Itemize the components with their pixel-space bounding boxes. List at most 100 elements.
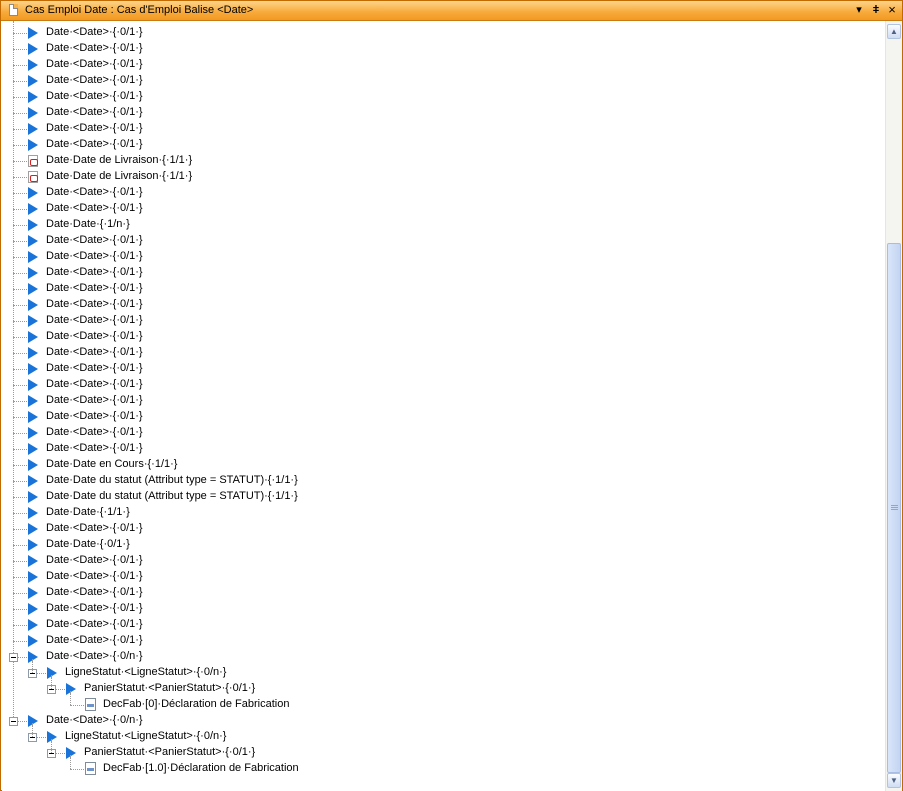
- tree-item[interactable]: LigneStatut·<LigneStatut>·{·0/n·}: [2, 659, 882, 681]
- tree-item[interactable]: Date·<Date>·{·0/1·}: [2, 201, 882, 217]
- tree-item-label: Date·<Date>·{·0/1·}: [46, 266, 143, 278]
- element-triangle-icon: [28, 139, 38, 151]
- tree-item-label: Date·<Date>·{·0/1·}: [46, 554, 143, 566]
- tree-item[interactable]: Date·<Date>·{·0/1·}: [2, 281, 882, 297]
- tree-item-label: Date·<Date>·{·0/1·}: [46, 362, 143, 374]
- tree-item-label: Date·<Date>·{·0/1·}: [46, 442, 143, 454]
- tree-item[interactable]: PanierStatut·<PanierStatut>·{·0/1·}: [2, 739, 882, 761]
- tree-item[interactable]: Date·<Date>·{·0/1·}: [2, 345, 882, 361]
- scroll-thumb[interactable]: [887, 243, 901, 773]
- tree-item-label: Date·<Date>·{·0/1·}: [46, 90, 143, 102]
- element-triangle-icon: [28, 427, 38, 439]
- element-triangle-icon: [28, 651, 38, 663]
- tree-item[interactable]: Date·<Date>·{·0/1·}: [2, 601, 882, 617]
- tree-item-label: Date·<Date>·{·0/1·}: [46, 602, 143, 614]
- scroll-up-button[interactable]: ▲: [887, 24, 901, 39]
- tree-item[interactable]: Date·Date en Cours·{·1/1·}: [2, 457, 882, 473]
- element-triangle-icon: [28, 235, 38, 247]
- tree-item[interactable]: Date·<Date>·{·0/1·}: [2, 105, 882, 121]
- scroll-down-button[interactable]: ▼: [887, 773, 901, 788]
- tree-item[interactable]: Date·Date du statut (Attribut type = STA…: [2, 473, 882, 489]
- element-triangle-icon: [28, 219, 38, 231]
- tree-item[interactable]: Date·<Date>·{·0/1·}: [2, 361, 882, 377]
- vertical-scrollbar[interactable]: ▲ ▼: [885, 21, 902, 791]
- tree-item[interactable]: Date·<Date>·{·0/1·}: [2, 25, 882, 41]
- document-icon: [85, 698, 96, 711]
- tree-item[interactable]: Date·<Date>·{·0/1·}: [2, 585, 882, 601]
- tree-item[interactable]: Date·<Date>·{·0/1·}: [2, 377, 882, 393]
- tree-item[interactable]: Date·<Date>·{·0/1·}: [2, 233, 882, 249]
- element-triangle-icon: [47, 667, 57, 679]
- element-triangle-icon: [28, 587, 38, 599]
- tree-item[interactable]: Date·Date·{·1/1·}: [2, 505, 882, 521]
- tree-item[interactable]: Date·<Date>·{·0/1·}: [2, 121, 882, 137]
- tree-item[interactable]: Date·<Date>·{·0/1·}: [2, 265, 882, 281]
- usage-tree[interactable]: Date·<Date>·{·0/1·} Date·<Date>·{·0/1·} Da…: [2, 21, 885, 791]
- tree-item-label: Date·<Date>·{·0/1·}: [46, 202, 143, 214]
- tree-item[interactable]: Date·<Date>·{·0/1·}: [2, 297, 882, 313]
- tree-item[interactable]: Date·<Date>·{·0/1·}: [2, 617, 882, 633]
- element-triangle-icon: [28, 331, 38, 343]
- tree-item-label: Date·<Date>·{·0/1·}: [46, 378, 143, 390]
- tree-item[interactable]: Date·<Date>·{·0/1·}: [2, 393, 882, 409]
- tree-item[interactable]: Date·Date·{·0/1·}: [2, 537, 882, 553]
- element-triangle-icon: [66, 683, 76, 695]
- element-triangle-icon: [28, 283, 38, 295]
- tree-item[interactable]: DecFab·[1.0]·Déclaration de Fabrication: [2, 755, 882, 777]
- element-triangle-icon: [28, 203, 38, 215]
- tree-item-label: Date·<Date>·{·0/1·}: [46, 314, 143, 326]
- element-triangle-icon: [28, 555, 38, 567]
- close-icon[interactable]: ×: [885, 3, 899, 17]
- element-triangle-icon: [28, 299, 38, 311]
- document-icon: [9, 4, 18, 16]
- tree-item[interactable]: Date·<Date>·{·0/1·}: [2, 553, 882, 569]
- tree-item-label: LigneStatut·<LigneStatut>·{·0/n·}: [65, 666, 227, 678]
- tree-item[interactable]: Date·<Date>·{·0/1·}: [2, 73, 882, 89]
- tree-item-label: Date·Date du statut (Attribut type = STA…: [46, 490, 298, 502]
- tree-item[interactable]: Date·<Date>·{·0/1·}: [2, 249, 882, 265]
- tree-item[interactable]: Date·Date du statut (Attribut type = STA…: [2, 489, 882, 505]
- element-triangle-icon: [28, 75, 38, 87]
- tree-item[interactable]: Date·<Date>·{·0/1·}: [2, 57, 882, 73]
- tree-item[interactable]: Date·<Date>·{·0/1·}: [2, 89, 882, 105]
- tree-item[interactable]: DecFab·[0]·Déclaration de Fabrication: [2, 691, 882, 713]
- tree-item[interactable]: Date·<Date>·{·0/n·}: [2, 649, 882, 665]
- tree-item[interactable]: Date·<Date>·{·0/1·}: [2, 425, 882, 441]
- tree-item[interactable]: Date·<Date>·{·0/1·}: [2, 313, 882, 329]
- element-triangle-icon: [28, 43, 38, 55]
- element-triangle-icon: [28, 411, 38, 423]
- dropdown-arrow-icon[interactable]: ▾: [852, 3, 866, 17]
- element-triangle-icon: [28, 507, 38, 519]
- tree-item[interactable]: Date·Date de Livraison·{·1/1·}: [2, 169, 882, 185]
- element-triangle-icon: [28, 123, 38, 135]
- element-triangle-icon: [28, 59, 38, 71]
- tree-item-label: Date·<Date>·{·0/1·}: [46, 106, 143, 118]
- tree-item[interactable]: Date·Date·{·1/n·}: [2, 217, 882, 233]
- tree-item[interactable]: LigneStatut·<LigneStatut>·{·0/n·}: [2, 723, 882, 745]
- tree-item[interactable]: Date·<Date>·{·0/1·}: [2, 329, 882, 345]
- tree-item-label: Date·Date du statut (Attribut type = STA…: [46, 474, 298, 486]
- tree-item-label: Date·<Date>·{·0/1·}: [46, 394, 143, 406]
- element-triangle-icon: [28, 715, 38, 727]
- pdf-icon: [28, 155, 38, 167]
- tree-item[interactable]: Date·<Date>·{·0/1·}: [2, 521, 882, 537]
- tree-item[interactable]: Date·<Date>·{·0/1·}: [2, 41, 882, 57]
- collapse-icon[interactable]: [9, 653, 18, 662]
- tree-item[interactable]: Date·<Date>·{·0/1·}: [2, 137, 882, 153]
- pin-icon[interactable]: ǂ: [869, 3, 883, 17]
- tree-item-label: PanierStatut·<PanierStatut>·{·0/1·}: [84, 746, 256, 758]
- element-triangle-icon: [47, 731, 57, 743]
- tree-item[interactable]: Date·<Date>·{·0/1·}: [2, 569, 882, 585]
- tree-item[interactable]: Date·<Date>·{·0/n·}: [2, 713, 882, 729]
- element-triangle-icon: [28, 267, 38, 279]
- tree-item[interactable]: Date·Date de Livraison·{·1/1·}: [2, 153, 882, 169]
- collapse-icon[interactable]: [9, 717, 18, 726]
- element-triangle-icon: [66, 747, 76, 759]
- tree-item[interactable]: PanierStatut·<PanierStatut>·{·0/1·}: [2, 675, 882, 697]
- tree-item[interactable]: Date·<Date>·{·0/1·}: [2, 185, 882, 201]
- tree-item[interactable]: Date·<Date>·{·0/1·}: [2, 441, 882, 457]
- tree-item[interactable]: Date·<Date>·{·0/1·}: [2, 633, 882, 649]
- tree-item-label: Date·<Date>·{·0/1·}: [46, 426, 143, 438]
- tree-item-label: Date·<Date>·{·0/1·}: [46, 282, 143, 294]
- tree-item[interactable]: Date·<Date>·{·0/1·}: [2, 409, 882, 425]
